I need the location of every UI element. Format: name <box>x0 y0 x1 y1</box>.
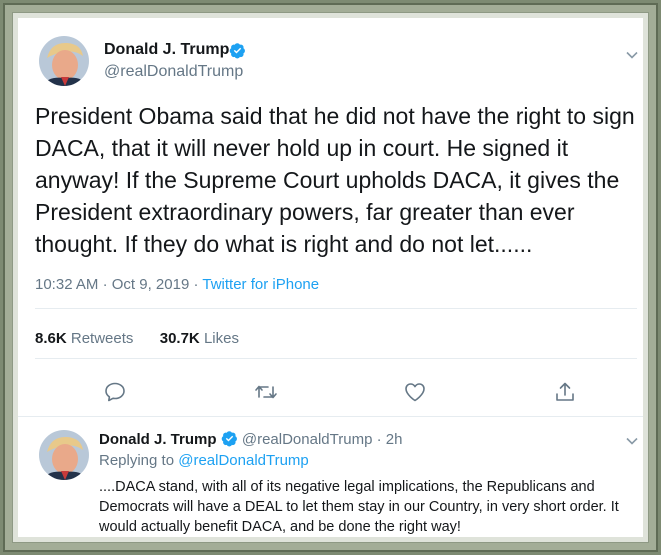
tweet-time[interactable]: 10:32 AM <box>35 276 98 293</box>
divider <box>35 308 637 309</box>
replying-to-mention[interactable]: @realDonaldTrump <box>178 452 309 469</box>
tweet-card: Donald J. Trump @realDonaldTrump Preside… <box>18 18 643 537</box>
author-name[interactable]: Donald J. Trump <box>104 41 229 59</box>
likes-label: Likes <box>203 330 239 347</box>
retweets-count: 8.6K <box>35 330 67 347</box>
reply-tweet-text: ....DACA stand, with all of its negative… <box>99 479 619 535</box>
retweets-label: Retweets <box>70 330 134 347</box>
tweet-stats: 8.6K Retweets 30.7K Likes <box>35 330 239 347</box>
reply-author-handle[interactable]: @realDonaldTrump <box>242 431 373 448</box>
replying-to-label: Replying to <box>99 452 175 469</box>
share-icon[interactable] <box>553 380 577 404</box>
likes-count: 30.7K <box>159 330 200 347</box>
reply-age[interactable]: 2h <box>386 431 403 448</box>
retweets-stat[interactable]: 8.6K Retweets <box>35 330 133 347</box>
reply-author-avatar[interactable] <box>39 430 89 480</box>
tweet-text: President Obama said that he did not hav… <box>35 103 635 257</box>
picture-frame-inner: Donald J. Trump @realDonaldTrump Preside… <box>12 12 649 543</box>
author-avatar[interactable] <box>39 36 89 86</box>
chevron-down-icon[interactable] <box>625 48 639 62</box>
chevron-down-icon[interactable] <box>625 434 639 448</box>
tweet-source-link[interactable]: Twitter for iPhone <box>202 276 319 293</box>
reply-header: Donald J. Trump @realDonaldTrump · 2h <box>99 430 402 448</box>
tweet-date[interactable]: Oct 9, 2019 <box>112 276 190 293</box>
divider <box>18 416 643 417</box>
heart-icon[interactable] <box>403 380 427 404</box>
replying-to: Replying to @realDonaldTrump <box>99 452 309 469</box>
likes-stat[interactable]: 30.7K Likes <box>160 330 239 347</box>
verified-badge-icon <box>229 43 245 59</box>
separator-dot: · <box>376 431 382 448</box>
author-handle[interactable]: @realDonaldTrump <box>104 63 243 81</box>
reply-author-name[interactable]: Donald J. Trump <box>99 431 217 448</box>
divider <box>35 358 637 359</box>
tweet-timestamp: 10:32 AM · Oct 9, 2019 · Twitter for iPh… <box>35 276 319 293</box>
separator-dot: · <box>193 276 199 293</box>
reply-icon[interactable] <box>103 380 127 404</box>
verified-badge-icon <box>221 431 237 447</box>
retweet-icon[interactable] <box>254 380 278 404</box>
separator-dot: · <box>102 276 108 293</box>
picture-frame-outer: Donald J. Trump @realDonaldTrump Preside… <box>3 3 658 552</box>
